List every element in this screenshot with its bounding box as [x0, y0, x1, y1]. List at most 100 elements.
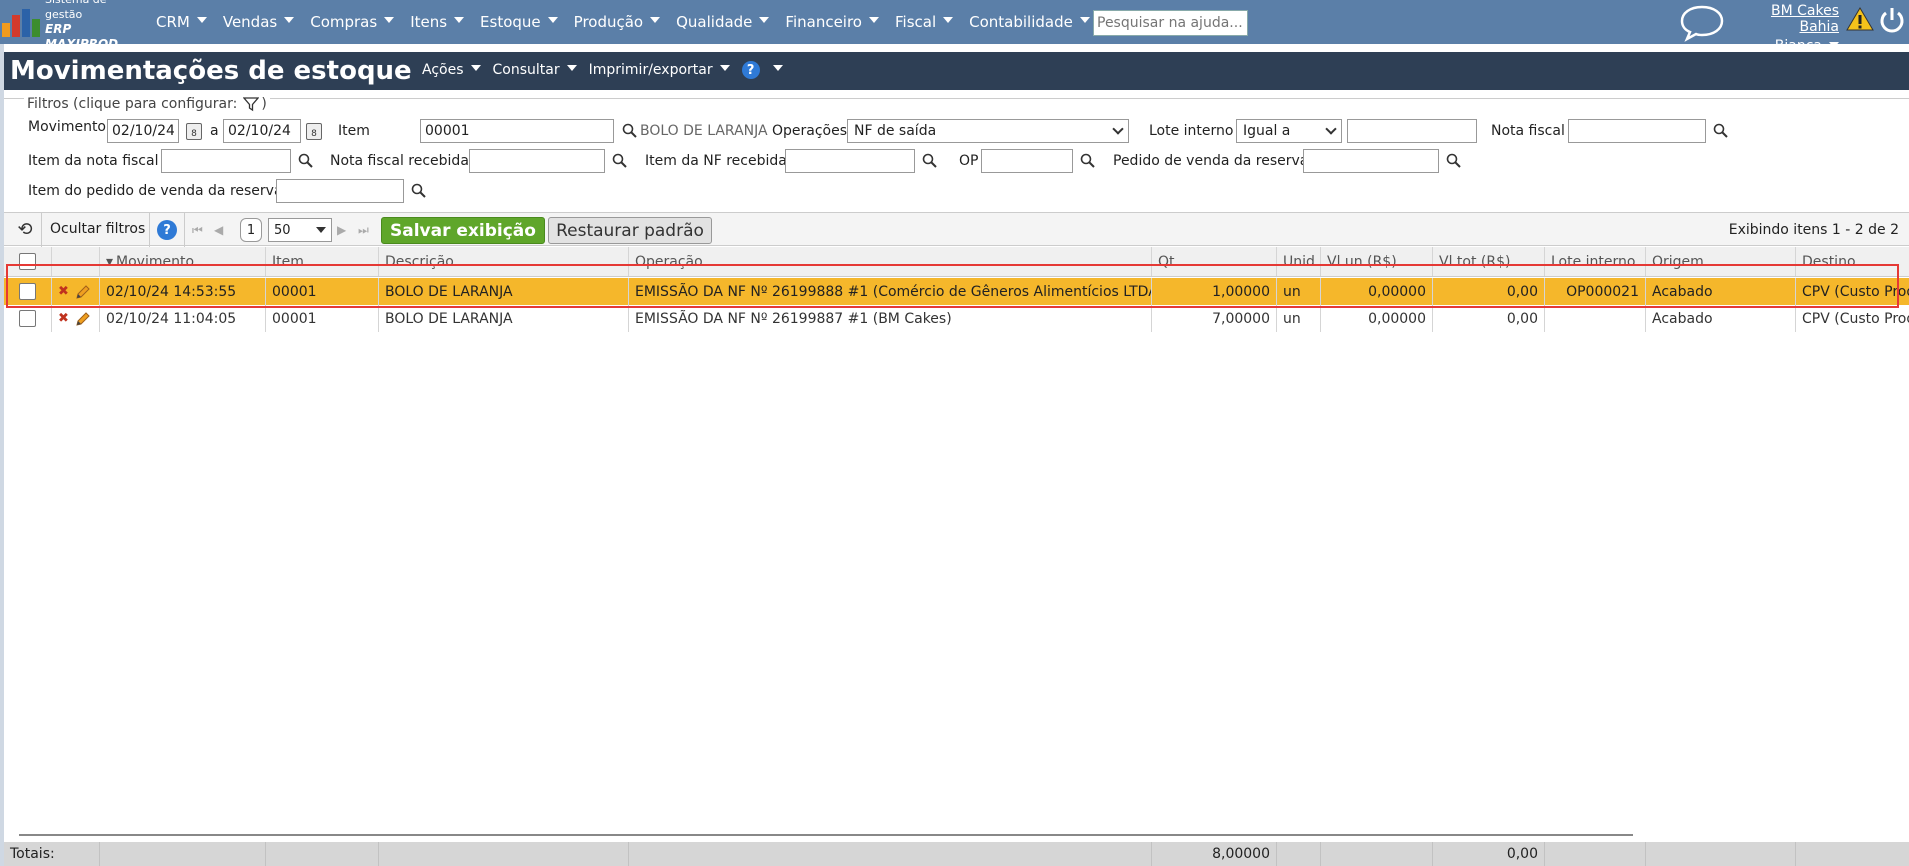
- item-nota-fiscal-input[interactable]: [161, 149, 291, 173]
- col-origem[interactable]: Origem: [1646, 247, 1796, 276]
- nota-fiscal-input[interactable]: [1568, 119, 1706, 143]
- col-movimento[interactable]: ▾ Movimento: [100, 247, 266, 276]
- pencil-icon[interactable]: [75, 284, 91, 300]
- menu-label: Imprimir/exportar: [588, 62, 713, 78]
- cell-qt: 1,00000: [1152, 278, 1277, 305]
- op-input[interactable]: [981, 149, 1073, 173]
- app-logo[interactable]: Sistema de gestão ERP MAXIPROD: [2, 0, 142, 51]
- nav-crm[interactable]: CRM: [156, 13, 207, 31]
- help-search-input[interactable]: [1093, 10, 1248, 36]
- menu-label: Consultar: [492, 62, 560, 78]
- first-page-icon[interactable]: ⏮: [192, 223, 203, 238]
- logo-mark-icon: [2, 7, 40, 37]
- row-actions: ✖: [52, 305, 100, 332]
- pencil-icon[interactable]: [75, 311, 91, 327]
- totals-empty: [1545, 842, 1646, 866]
- menu-consultar[interactable]: Consultar: [493, 62, 577, 78]
- nav-compras[interactable]: Compras: [310, 13, 395, 31]
- menu-acoes[interactable]: Ações: [422, 62, 481, 78]
- search-icon[interactable]: [1446, 153, 1462, 169]
- row-checkbox[interactable]: [19, 283, 36, 300]
- row-select-cell: [4, 278, 52, 305]
- actions-header: [52, 247, 100, 276]
- hide-filters-button[interactable]: Ocultar filtros: [50, 221, 145, 237]
- col-operacao[interactable]: Operação: [629, 247, 1152, 276]
- item-nf-recebida-input[interactable]: [785, 149, 915, 173]
- caret-down-icon: [566, 65, 577, 71]
- nav-vendas[interactable]: Vendas: [222, 13, 295, 31]
- divider: [184, 213, 185, 247]
- col-unid[interactable]: Unid: [1277, 247, 1321, 276]
- pedido-venda-reserva-input[interactable]: [1303, 149, 1439, 173]
- filters-legend[interactable]: Filtros (clique para configurar: ): [24, 96, 270, 112]
- lote-interno-input[interactable]: [1347, 119, 1477, 143]
- cell-lote-interno: [1545, 305, 1646, 332]
- cell-vl-un: 0,00000: [1321, 278, 1433, 305]
- nav-producao[interactable]: Produção: [574, 13, 661, 31]
- refresh-icon[interactable]: ⟲: [11, 219, 39, 241]
- date-to-input[interactable]: [223, 119, 301, 143]
- page-number[interactable]: 1: [240, 218, 262, 242]
- horizontal-scrollbar[interactable]: [19, 834, 1633, 836]
- search-icon[interactable]: [411, 183, 427, 199]
- table-row[interactable]: ✖ 02/10/24 11:04:05 00001 BOLO DE LARANJ…: [4, 305, 1909, 332]
- search-icon[interactable]: [1080, 153, 1096, 169]
- search-icon[interactable]: [612, 153, 628, 169]
- calendar-icon[interactable]: 8: [186, 123, 202, 140]
- next-page-icon[interactable]: ▶: [337, 223, 346, 237]
- col-lote-interno[interactable]: Lote interno: [1545, 247, 1646, 276]
- company-link[interactable]: BM Cakes Bahia: [1736, 3, 1839, 35]
- warning-icon[interactable]: [1846, 6, 1874, 32]
- date-from-input[interactable]: [107, 119, 179, 143]
- lote-operator-select[interactable]: Igual a: [1236, 119, 1342, 143]
- prev-page-icon[interactable]: ◀: [214, 223, 223, 237]
- calendar-icon[interactable]: 8: [306, 123, 322, 140]
- table-row[interactable]: ✖ 02/10/24 14:53:55 00001 BOLO DE LARANJ…: [4, 278, 1909, 305]
- col-vl-un[interactable]: Vl un (R$): [1321, 247, 1433, 276]
- page-size-select[interactable]: 50: [268, 218, 332, 242]
- nota-fiscal-label: Nota fiscal: [1491, 123, 1565, 139]
- page-help-menu[interactable]: ?: [741, 61, 783, 79]
- search-icon[interactable]: [1713, 123, 1729, 139]
- totals-empty: [1646, 842, 1796, 866]
- nav-fiscal[interactable]: Fiscal: [895, 13, 954, 31]
- nav-contabilidade[interactable]: Contabilidade: [969, 13, 1090, 31]
- power-icon[interactable]: [1878, 6, 1906, 34]
- col-destino[interactable]: Destino: [1796, 247, 1909, 276]
- nav-itens[interactable]: Itens: [410, 13, 465, 31]
- item-pedido-venda-reserva-input[interactable]: [276, 179, 404, 203]
- operacoes-select[interactable]: NF de saída: [847, 119, 1129, 143]
- caret-down-icon: [316, 227, 326, 233]
- restore-default-button[interactable]: Restaurar padrão: [548, 217, 712, 244]
- nav-qualidade[interactable]: Qualidade: [676, 13, 770, 31]
- caret-down-icon: [759, 17, 770, 23]
- nav-estoque[interactable]: Estoque: [480, 13, 558, 31]
- col-vl-tot[interactable]: Vl tot (R$): [1433, 247, 1545, 276]
- row-checkbox[interactable]: [19, 310, 36, 327]
- search-icon[interactable]: [922, 153, 938, 169]
- cell-movimento: 02/10/24 11:04:05: [100, 305, 266, 332]
- search-icon[interactable]: [298, 153, 314, 169]
- nav-label: Qualidade: [676, 13, 753, 31]
- question-circle-icon[interactable]: ?: [157, 220, 177, 240]
- item-description: BOLO DE LARANJA: [640, 123, 768, 139]
- chat-bubble-icon[interactable]: [1679, 2, 1725, 42]
- item-input[interactable]: [420, 119, 614, 143]
- search-icon[interactable]: [622, 123, 638, 139]
- save-view-button[interactable]: Salvar exibição: [381, 217, 545, 244]
- caret-down-icon: [196, 17, 207, 23]
- nav-label: Vendas: [222, 13, 278, 31]
- cell-item: 00001: [266, 305, 379, 332]
- delete-icon[interactable]: ✖: [58, 284, 69, 299]
- filter-funnel-icon[interactable]: [243, 96, 260, 112]
- col-descricao[interactable]: Descrição: [379, 247, 629, 276]
- menu-imprimir-exportar[interactable]: Imprimir/exportar: [589, 62, 730, 78]
- col-qt[interactable]: Qt: [1152, 247, 1277, 276]
- nav-financeiro[interactable]: Financeiro: [785, 13, 879, 31]
- select-all-checkbox[interactable]: [19, 253, 36, 270]
- cell-vl-tot: 0,00: [1433, 278, 1545, 305]
- nota-fiscal-recebida-input[interactable]: [469, 149, 605, 173]
- col-item[interactable]: Item: [266, 247, 379, 276]
- delete-icon[interactable]: ✖: [58, 311, 69, 326]
- last-page-icon[interactable]: ⏭: [358, 223, 369, 238]
